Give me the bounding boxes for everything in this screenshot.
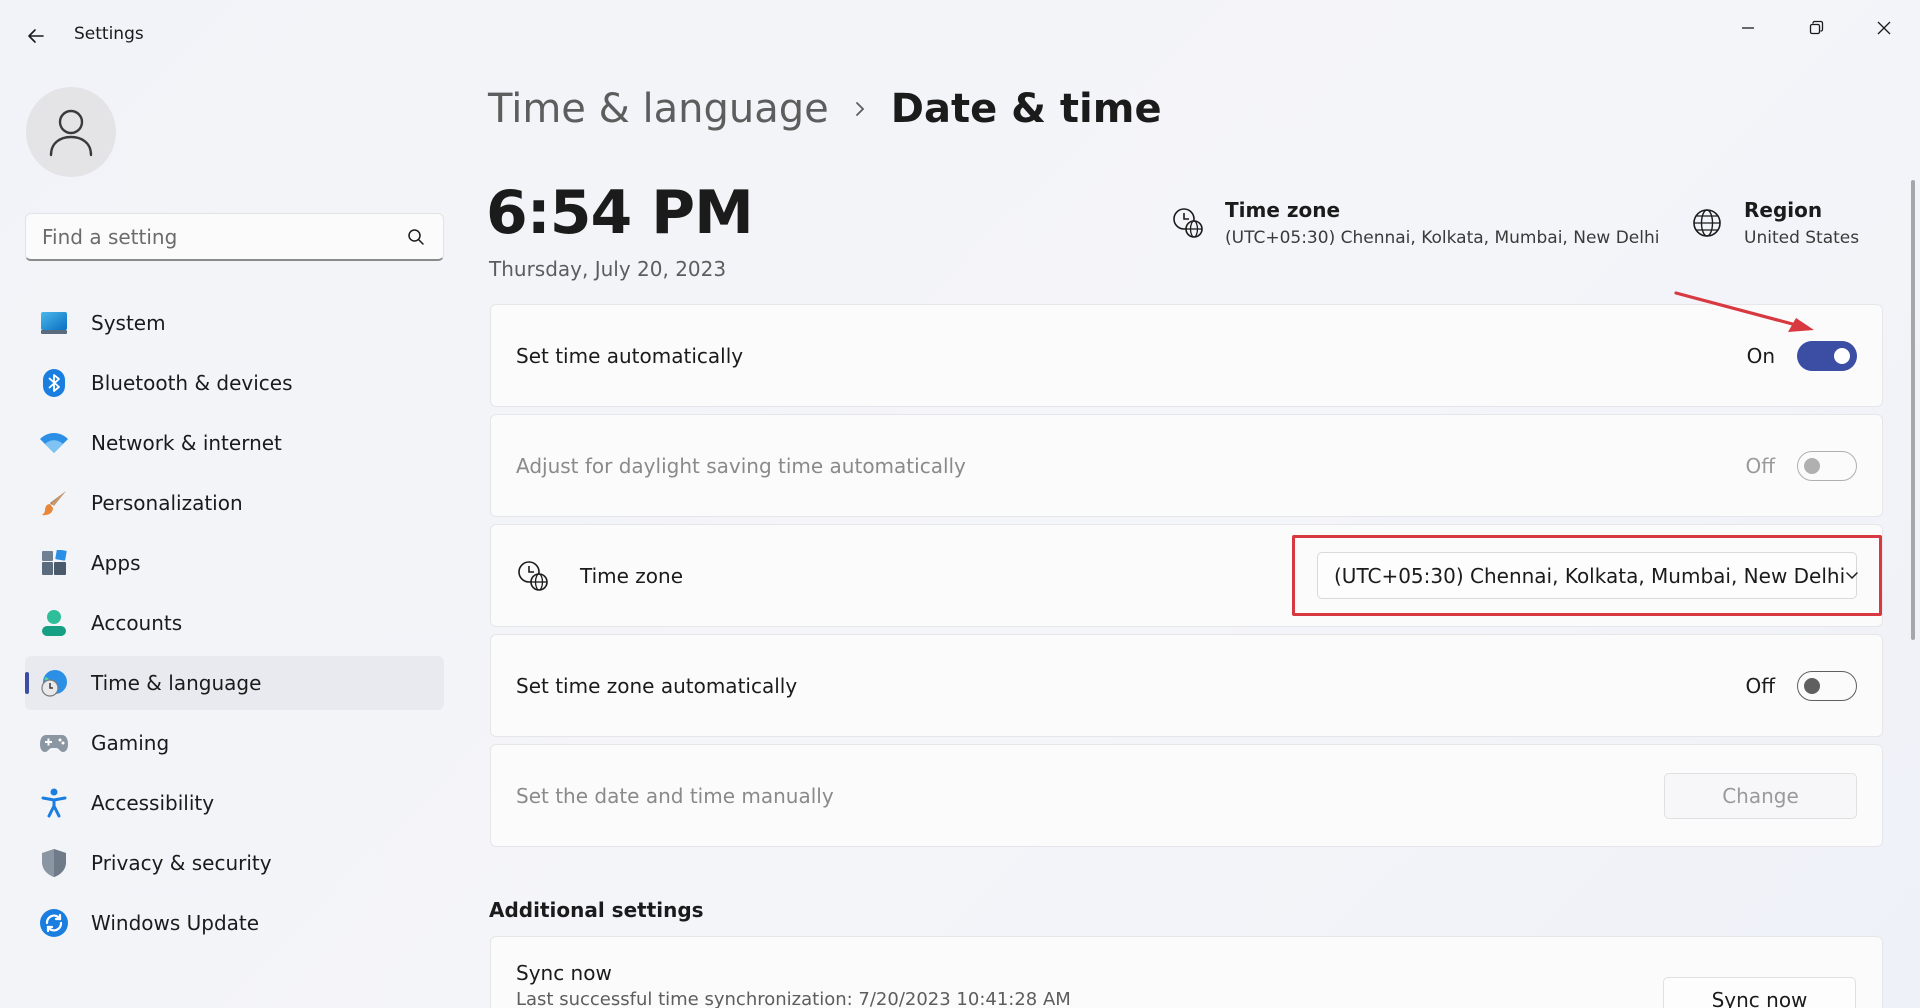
sidebar-item-label: System [91, 311, 166, 335]
current-date: Thursday, July 20, 2023 [489, 257, 727, 281]
sidebar-item-label: Privacy & security [91, 851, 272, 875]
minimize-icon [1742, 27, 1754, 29]
search-input[interactable] [42, 224, 405, 249]
time-language-icon [39, 668, 69, 698]
set-timezone-automatically-toggle[interactable] [1797, 670, 1857, 701]
sync-last-time: Last successful time synchronization: 7/… [516, 989, 1071, 1008]
globe-icon [1690, 206, 1724, 240]
sidebar-item-label: Personalization [91, 491, 243, 515]
daylight-saving-label: Adjust for daylight saving time automati… [516, 453, 966, 478]
sidebar-item-privacy[interactable]: Privacy & security [25, 836, 444, 890]
region-summary: Region United States [1690, 198, 1859, 248]
minimize-button[interactable] [1720, 8, 1776, 48]
set-time-automatically-state: On [1746, 343, 1775, 368]
timezone-clock-globe-icon [516, 559, 550, 593]
page-title: Date & time [890, 86, 1162, 132]
current-time: 6:54 PM [486, 178, 754, 248]
timezone-summary-value: (UTC+05:30) Chennai, Kolkata, Mumbai, Ne… [1225, 228, 1660, 248]
timezone-dropdown-value: (UTC+05:30) Chennai, Kolkata, Mumbai, Ne… [1334, 563, 1846, 588]
close-button[interactable] [1856, 8, 1912, 48]
timezone-dropdown[interactable]: (UTC+05:30) Chennai, Kolkata, Mumbai, Ne… [1317, 552, 1859, 599]
search-box[interactable] [25, 213, 444, 261]
gamepad-icon [39, 728, 69, 758]
sidebar-item-gaming[interactable]: Gaming [25, 716, 444, 770]
system-icon [39, 308, 69, 338]
scrollbar[interactable] [1911, 180, 1915, 640]
daylight-saving-toggle[interactable] [1797, 450, 1857, 481]
manual-date-time-card: Set the date and time manually Change [490, 744, 1883, 847]
daylight-saving-card: Adjust for daylight saving time automati… [490, 414, 1883, 517]
sidebar-item-label: Bluetooth & devices [91, 371, 293, 395]
bluetooth-icon [39, 368, 69, 398]
paintbrush-icon [39, 488, 69, 518]
sidebar-item-apps[interactable]: Apps [25, 536, 444, 590]
wifi-icon [39, 428, 69, 458]
sidebar-item-label: Network & internet [91, 431, 282, 455]
user-icon [49, 109, 93, 157]
set-timezone-automatically-label: Set time zone automatically [516, 673, 798, 698]
search-icon[interactable] [405, 226, 427, 248]
sidebar-item-network[interactable]: Network & internet [25, 416, 444, 470]
timezone-summary-title: Time zone [1225, 198, 1341, 222]
timezone-label: Time zone [580, 563, 684, 588]
update-icon [39, 908, 69, 938]
timezone-summary: Time zone (UTC+05:30) Chennai, Kolkata, … [1171, 198, 1659, 248]
sync-now-title: Sync now [516, 961, 612, 985]
sidebar-item-bluetooth[interactable]: Bluetooth & devices [25, 356, 444, 410]
additional-settings-title: Additional settings [489, 898, 704, 922]
sidebar-item-label: Apps [91, 551, 141, 575]
daylight-saving-state: Off [1745, 453, 1775, 478]
sidebar-nav: System Bluetooth & devices Network & int… [25, 296, 444, 956]
toggle-knob [1834, 347, 1850, 364]
sync-now-card: Sync now Last successful time synchroniz… [490, 936, 1883, 1008]
restore-button[interactable] [1788, 8, 1844, 48]
set-timezone-automatically-state: Off [1745, 673, 1775, 698]
set-timezone-automatically-card: Set time zone automatically Off [490, 634, 1883, 737]
back-arrow-icon [28, 29, 44, 43]
close-icon [1877, 21, 1891, 35]
toggle-knob [1804, 457, 1820, 474]
shield-icon [39, 848, 69, 878]
avatar[interactable] [26, 87, 116, 177]
breadcrumb-parent[interactable]: Time & language [488, 86, 829, 132]
restore-icon [1809, 20, 1824, 35]
sidebar-item-label: Accessibility [91, 791, 215, 815]
toggle-knob [1804, 677, 1820, 694]
set-time-automatically-toggle[interactable] [1797, 340, 1857, 371]
region-summary-title: Region [1744, 198, 1823, 222]
chevron-right-icon [853, 99, 867, 119]
back-button[interactable] [18, 18, 54, 54]
region-summary-value: United States [1744, 228, 1860, 248]
set-time-automatically-label: Set time automatically [516, 343, 744, 368]
sidebar-item-personalization[interactable]: Personalization [25, 476, 444, 530]
sidebar-item-label: Accounts [91, 611, 183, 635]
timezone-globe-icon [1171, 206, 1205, 240]
breadcrumb: Time & language Date & time [488, 86, 1162, 132]
sync-now-button[interactable]: Sync now [1663, 977, 1856, 1008]
sidebar-item-time-language[interactable]: Time & language [25, 656, 444, 710]
app-title: Settings [74, 24, 144, 44]
sidebar-item-accessibility[interactable]: Accessibility [25, 776, 444, 830]
sidebar-item-accounts[interactable]: Accounts [25, 596, 444, 650]
change-button[interactable]: Change [1664, 772, 1857, 819]
sidebar-item-label: Time & language [91, 671, 262, 695]
manual-date-time-label: Set the date and time manually [516, 783, 834, 808]
chevron-down-icon [1845, 566, 1859, 586]
title-bar: Settings [0, 0, 1920, 72]
accounts-icon [39, 608, 69, 638]
sidebar-item-label: Windows Update [91, 911, 260, 935]
sidebar-item-windows-update[interactable]: Windows Update [25, 896, 444, 950]
annotation-arrow-icon [1674, 291, 1814, 332]
sidebar-item-system[interactable]: System [25, 296, 444, 350]
sidebar-item-label: Gaming [91, 731, 170, 755]
apps-icon [39, 548, 69, 578]
accessibility-icon [39, 788, 69, 818]
